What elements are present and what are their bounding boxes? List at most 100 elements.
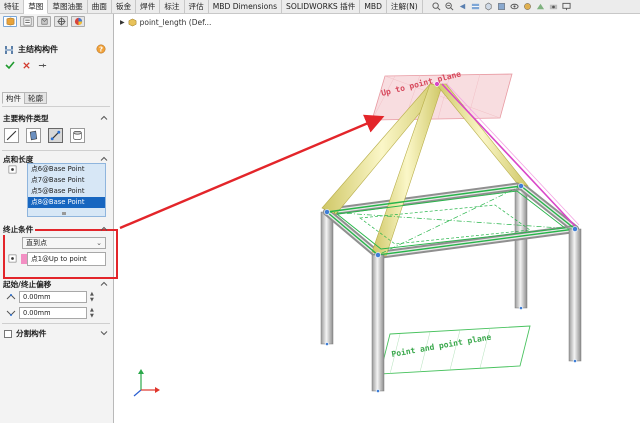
structure-leg[interactable] bbox=[514, 187, 528, 309]
property-manager: 主结构构件 ? 构件 轮廓 主要构件类型 点和长度 点6@Base Point … bbox=[0, 14, 118, 423]
monitor-icon[interactable] bbox=[562, 2, 571, 11]
list-item[interactable]: 点5@Base Point bbox=[28, 186, 105, 197]
end-condition-value: 直到点 bbox=[26, 239, 47, 247]
collapse-chevron-icon[interactable] bbox=[100, 280, 108, 288]
part-icon bbox=[128, 18, 136, 27]
cancel-x-icon[interactable] bbox=[22, 61, 31, 70]
list-icon bbox=[23, 17, 31, 26]
tab-mbd[interactable]: MBD bbox=[360, 0, 387, 14]
tab-mbd-dimensions[interactable]: MBD Dimensions bbox=[209, 0, 283, 14]
point-length-type-button[interactable] bbox=[48, 128, 63, 143]
point-list-box[interactable]: 点6@Base Point 点7@Base Point 点5@Base Poin… bbox=[27, 163, 106, 217]
property-manager-tab[interactable] bbox=[3, 16, 17, 27]
offset-end-row: 0.00mm ▲ ▼ bbox=[6, 307, 96, 319]
split-member-checkbox[interactable] bbox=[4, 329, 12, 338]
tab-weldments[interactable]: 焊件 bbox=[136, 0, 161, 14]
tab-profile[interactable]: 轮廓 bbox=[24, 92, 47, 104]
edit-appearance-icon[interactable] bbox=[523, 2, 532, 11]
member-type-options bbox=[4, 128, 85, 143]
member-tabs: 构件 轮廓 bbox=[2, 92, 47, 104]
point-list-item-label: 点8@Base Point bbox=[31, 198, 85, 206]
svg-text:?: ? bbox=[99, 46, 103, 54]
display-manager-tab[interactable] bbox=[71, 16, 85, 27]
structure-leg[interactable] bbox=[371, 254, 385, 392]
ok-check-icon[interactable] bbox=[5, 60, 15, 70]
straight-line-type-button[interactable] bbox=[4, 128, 19, 143]
structure-leg[interactable] bbox=[320, 211, 334, 345]
corner-point[interactable] bbox=[572, 226, 578, 232]
expand-chevron-icon[interactable] bbox=[100, 329, 108, 337]
spin-down-icon[interactable]: ▼ bbox=[90, 297, 96, 303]
corner-point[interactable] bbox=[375, 252, 381, 258]
crosshair-icon bbox=[56, 17, 66, 26]
list-resize-grip[interactable] bbox=[62, 212, 66, 215]
offset-end-input[interactable]: 0.00mm bbox=[19, 307, 87, 319]
help-icon[interactable]: ? bbox=[96, 44, 106, 54]
collapse-chevron-icon[interactable] bbox=[100, 114, 108, 122]
zoom-to-fit-icon[interactable] bbox=[432, 2, 441, 11]
list-item[interactable]: 点7@Base Point bbox=[28, 175, 105, 186]
coordinate-triad bbox=[133, 369, 160, 397]
list-item[interactable]: 点6@Base Point bbox=[28, 164, 105, 175]
feature-tree-tab[interactable] bbox=[20, 16, 34, 27]
collapse-chevron-icon[interactable] bbox=[100, 155, 108, 163]
section-member-type: 主要构件类型 bbox=[3, 114, 49, 123]
chevron-down-icon: ⌄ bbox=[96, 239, 102, 247]
selected-member-preview bbox=[445, 82, 580, 226]
tab-sketch-ink[interactable]: 草图油墨 bbox=[48, 0, 88, 14]
expand-arrow-icon[interactable]: ▶ bbox=[120, 19, 125, 26]
structure-leg[interactable] bbox=[568, 228, 582, 362]
tab-sheet-metal[interactable]: 钣金 bbox=[112, 0, 137, 14]
end-condition-dropdown[interactable]: 直到点 ⌄ bbox=[22, 237, 106, 249]
split-member-label: 分割构件 bbox=[16, 329, 47, 338]
divider bbox=[2, 323, 110, 324]
corner-point[interactable] bbox=[324, 209, 330, 215]
spin-down-icon[interactable]: ▼ bbox=[90, 313, 96, 319]
section-end-condition: 终止条件 bbox=[3, 224, 36, 235]
hide-show-items-icon[interactable] bbox=[510, 2, 519, 11]
offset-start-row: 0.00mm ▲ ▼ bbox=[6, 291, 96, 303]
tab-features[interactable]: 特征 bbox=[0, 0, 25, 14]
up-to-point-plane[interactable]: Up to point plane bbox=[371, 68, 513, 121]
offset-end-spinner[interactable]: ▲ ▼ bbox=[90, 307, 96, 319]
tab-annotation[interactable]: 注解(N) bbox=[387, 0, 423, 14]
divider bbox=[2, 106, 110, 107]
offset-start-input[interactable]: 0.00mm bbox=[19, 291, 87, 303]
point-and-point-plane[interactable]: Point and point plane bbox=[379, 325, 531, 375]
apex-point[interactable] bbox=[434, 81, 440, 87]
section-view-icon[interactable] bbox=[471, 2, 480, 11]
point-length-icon bbox=[50, 130, 61, 141]
tab-sketch[interactable]: 草图 bbox=[24, 0, 49, 14]
list-item-selected[interactable]: 点8@Base Point bbox=[28, 197, 105, 208]
flyout-tree-node[interactable]: ▶ point_length (Def... bbox=[120, 18, 211, 27]
leg-end-point bbox=[376, 389, 380, 393]
configuration-tab[interactable] bbox=[37, 16, 51, 27]
diagonal-line-icon bbox=[6, 130, 17, 141]
collapse-chevron-icon[interactable] bbox=[100, 225, 108, 233]
corner-point[interactable] bbox=[518, 183, 524, 189]
view-orientation-icon[interactable] bbox=[484, 2, 493, 11]
pushpin-icon[interactable] bbox=[38, 61, 47, 70]
view-settings-icon[interactable] bbox=[549, 2, 558, 11]
zoom-area-icon[interactable] bbox=[445, 2, 454, 11]
start-offset-icon bbox=[6, 294, 16, 300]
offset-start-spinner[interactable]: ▲ ▼ bbox=[90, 291, 96, 303]
tab-solidworks-addins[interactable]: SOLIDWORKS 插件 bbox=[282, 0, 361, 14]
display-style-icon[interactable] bbox=[497, 2, 506, 11]
graphics-viewport[interactable]: Up to point plane Point and point plane bbox=[115, 14, 640, 423]
point-list-item-label: 点7@Base Point bbox=[31, 176, 85, 184]
tab-surfaces[interactable]: 曲面 bbox=[88, 0, 112, 14]
action-buttons bbox=[5, 60, 47, 70]
tab-member[interactable]: 构件 bbox=[2, 92, 25, 104]
cylinder-type-button[interactable] bbox=[70, 128, 85, 143]
previous-view-icon[interactable] bbox=[458, 2, 467, 11]
tab-evaluate[interactable]: 评估 bbox=[185, 0, 209, 14]
solidworks-window: 特征 草图 草图油墨 曲面 钣金 焊件 标注 评估 MBD Dimensions… bbox=[0, 0, 640, 423]
end-point-field[interactable]: 点1@Up to point bbox=[27, 252, 106, 266]
face-type-button[interactable] bbox=[26, 128, 41, 143]
dimxpert-tab[interactable] bbox=[54, 16, 68, 27]
apply-scene-icon[interactable] bbox=[536, 2, 545, 11]
plane-face-icon bbox=[29, 130, 38, 141]
leg-end-point bbox=[325, 342, 329, 346]
tab-markup[interactable]: 标注 bbox=[160, 0, 185, 14]
